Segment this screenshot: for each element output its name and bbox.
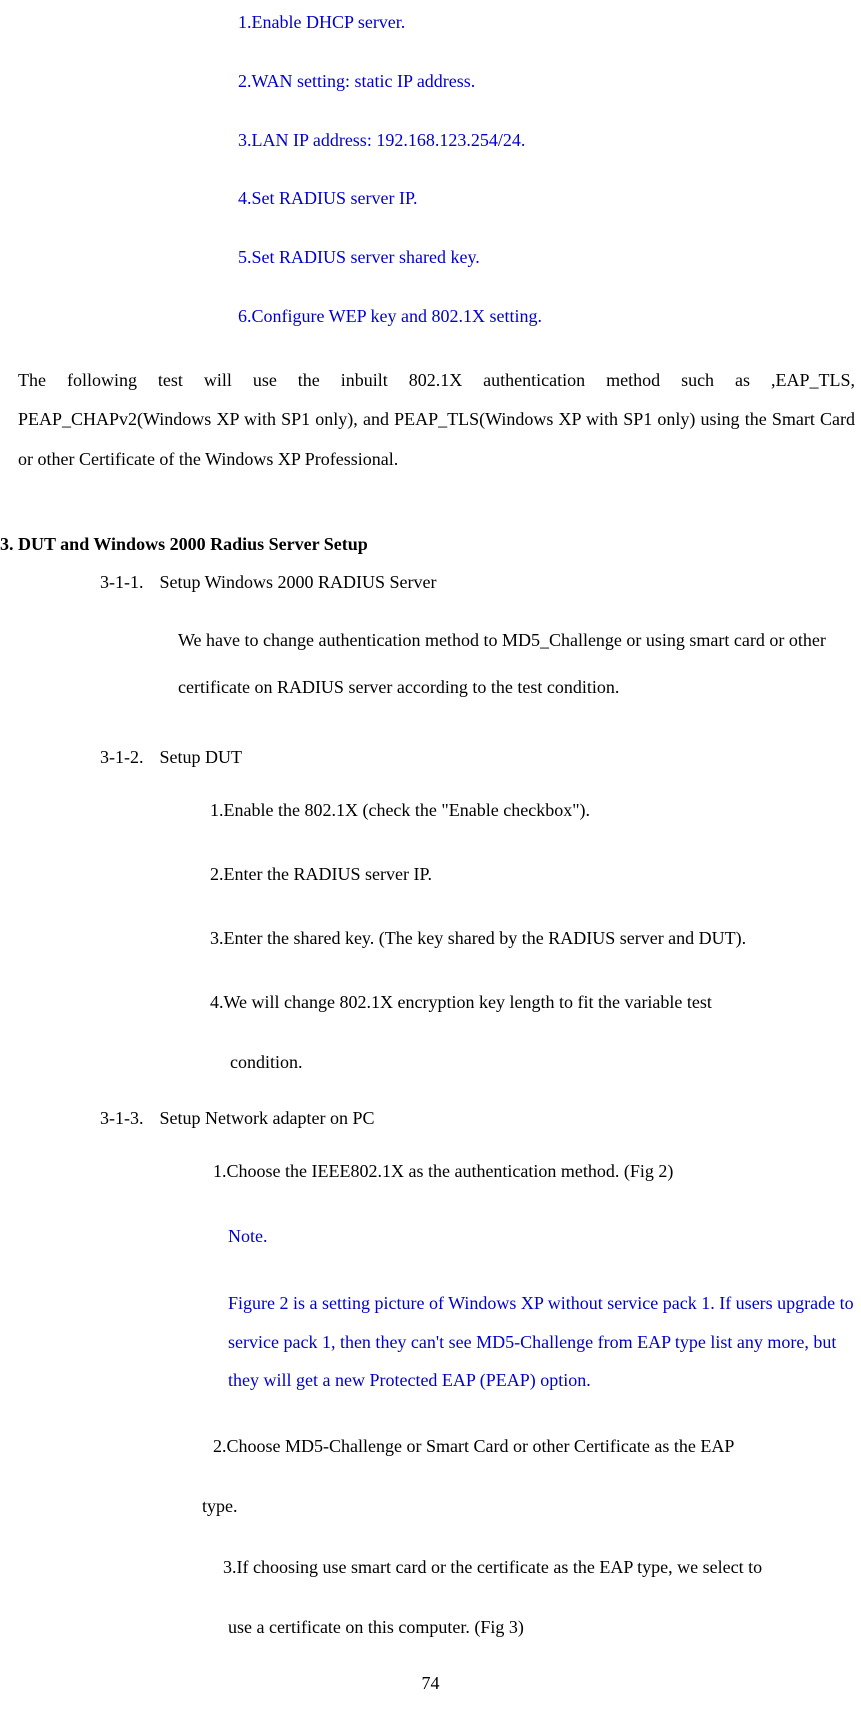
config-step-5: 5.Set RADIUS server shared key. [238, 243, 855, 272]
subsection-title: Setup DUT [160, 747, 243, 767]
dut-step-4: 4.We will change 802.1X encryption key l… [210, 984, 855, 1020]
pc-step-3-cont: use a certificate on this computer. (Fig… [228, 1613, 855, 1642]
subsection-title: Setup Windows 2000 RADIUS Server [160, 572, 437, 592]
pc-step-3: 3.If choosing use smart card or the cert… [223, 1549, 855, 1585]
section-header: 3. DUT and Windows 2000 Radius Server Se… [0, 530, 855, 559]
pc-step-2-cont: type. [202, 1492, 855, 1521]
subsection-3-1-3: 3-1-3. Setup Network adapter on PC [100, 1104, 855, 1133]
page-number: 74 [0, 1669, 861, 1698]
dut-step-2: 2.Enter the RADIUS server IP. [210, 856, 855, 892]
note-label: Note. [228, 1217, 855, 1256]
subsection-label: 3-1-3. [100, 1104, 155, 1133]
subsection-label: 3-1-2. [100, 743, 155, 772]
note-text: Figure 2 is a setting picture of Windows… [228, 1284, 855, 1400]
pc-step-2: 2.Choose MD5-Challenge or Smart Card or … [213, 1428, 855, 1464]
subsection-3-1-2: 3-1-2. Setup DUT [100, 743, 855, 772]
main-paragraph: The following test will use the inbuilt … [18, 361, 855, 480]
config-step-6: 6.Configure WEP key and 802.1X setting. [238, 302, 855, 331]
subsection-3-1-1: 3-1-1. Setup Windows 2000 RADIUS Server [100, 568, 855, 597]
dut-step-1: 1.Enable the 802.1X (check the "Enable c… [210, 792, 855, 828]
config-step-4: 4.Set RADIUS server IP. [238, 184, 855, 213]
subsection-3-1-1-desc: We have to change authentication method … [178, 617, 855, 711]
config-step-2: 2.WAN setting: static IP address. [238, 67, 855, 96]
dut-step-3: 3.Enter the shared key. (The key shared … [210, 920, 855, 956]
config-step-1: 1.Enable DHCP server. [238, 8, 855, 37]
subsection-title: Setup Network adapter on PC [160, 1108, 375, 1128]
config-step-3: 3.LAN IP address: 192.168.123.254/24. [238, 126, 855, 155]
pc-step-1: 1.Choose the IEEE802.1X as the authentic… [213, 1153, 855, 1189]
dut-step-4-cont: condition. [230, 1048, 855, 1077]
subsection-label: 3-1-1. [100, 568, 155, 597]
